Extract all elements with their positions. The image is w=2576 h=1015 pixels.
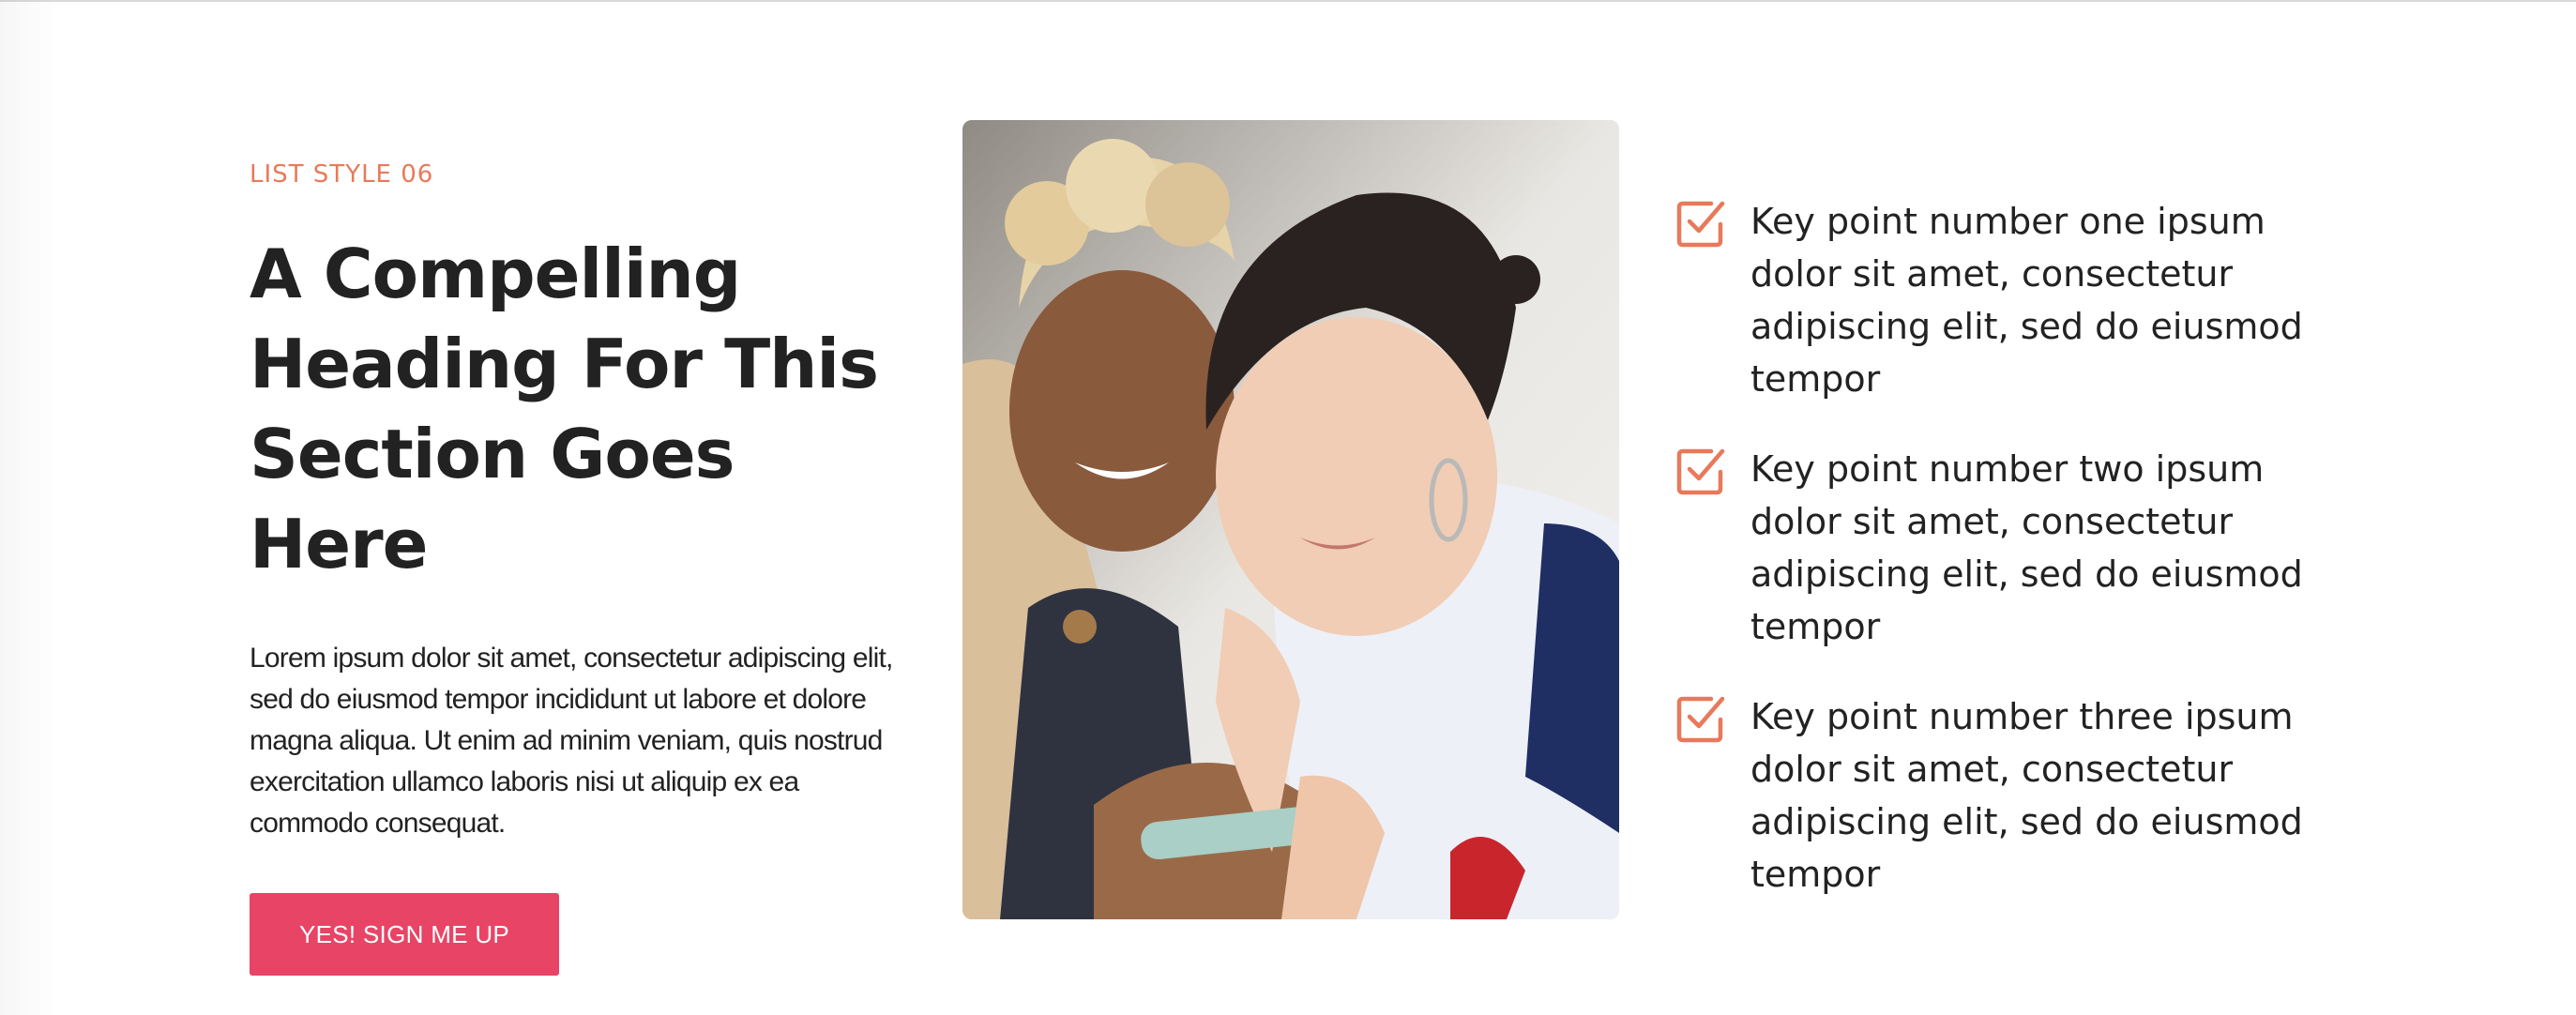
list-item: Key point number three ipsum dolor sit a… <box>1675 690 2351 901</box>
page-edge-shadow <box>0 0 56 1015</box>
sign-up-button[interactable]: YES! SIGN ME UP <box>250 893 559 976</box>
list-item-text: Key point number three ipsum dolor sit a… <box>1750 696 2303 895</box>
section-eyebrow: LIST STYLE 06 <box>250 160 434 189</box>
checkbox-checked-icon <box>1676 696 1725 743</box>
list-item-text: Key point number two ipsum dolor sit ame… <box>1750 448 2303 647</box>
checkbox-checked-icon <box>1676 201 1725 248</box>
list-item-text: Key point number one ipsum dolor sit ame… <box>1750 201 2303 400</box>
key-points-list: Key point number one ipsum dolor sit ame… <box>1675 195 2351 938</box>
intro-column: LIST STYLE 06 A Compelling Heading For T… <box>250 159 906 976</box>
section-body-text: Lorem ipsum dolor sit amet, consectetur … <box>250 643 893 839</box>
section-heading: A Compelling Heading For This Section Go… <box>250 235 879 583</box>
checkbox-checked-icon <box>1676 448 1725 495</box>
feature-photo <box>962 120 1619 919</box>
list-item: Key point number one ipsum dolor sit ame… <box>1675 195 2351 405</box>
top-divider <box>0 0 2576 2</box>
list-item: Key point number two ipsum dolor sit ame… <box>1675 443 2351 653</box>
